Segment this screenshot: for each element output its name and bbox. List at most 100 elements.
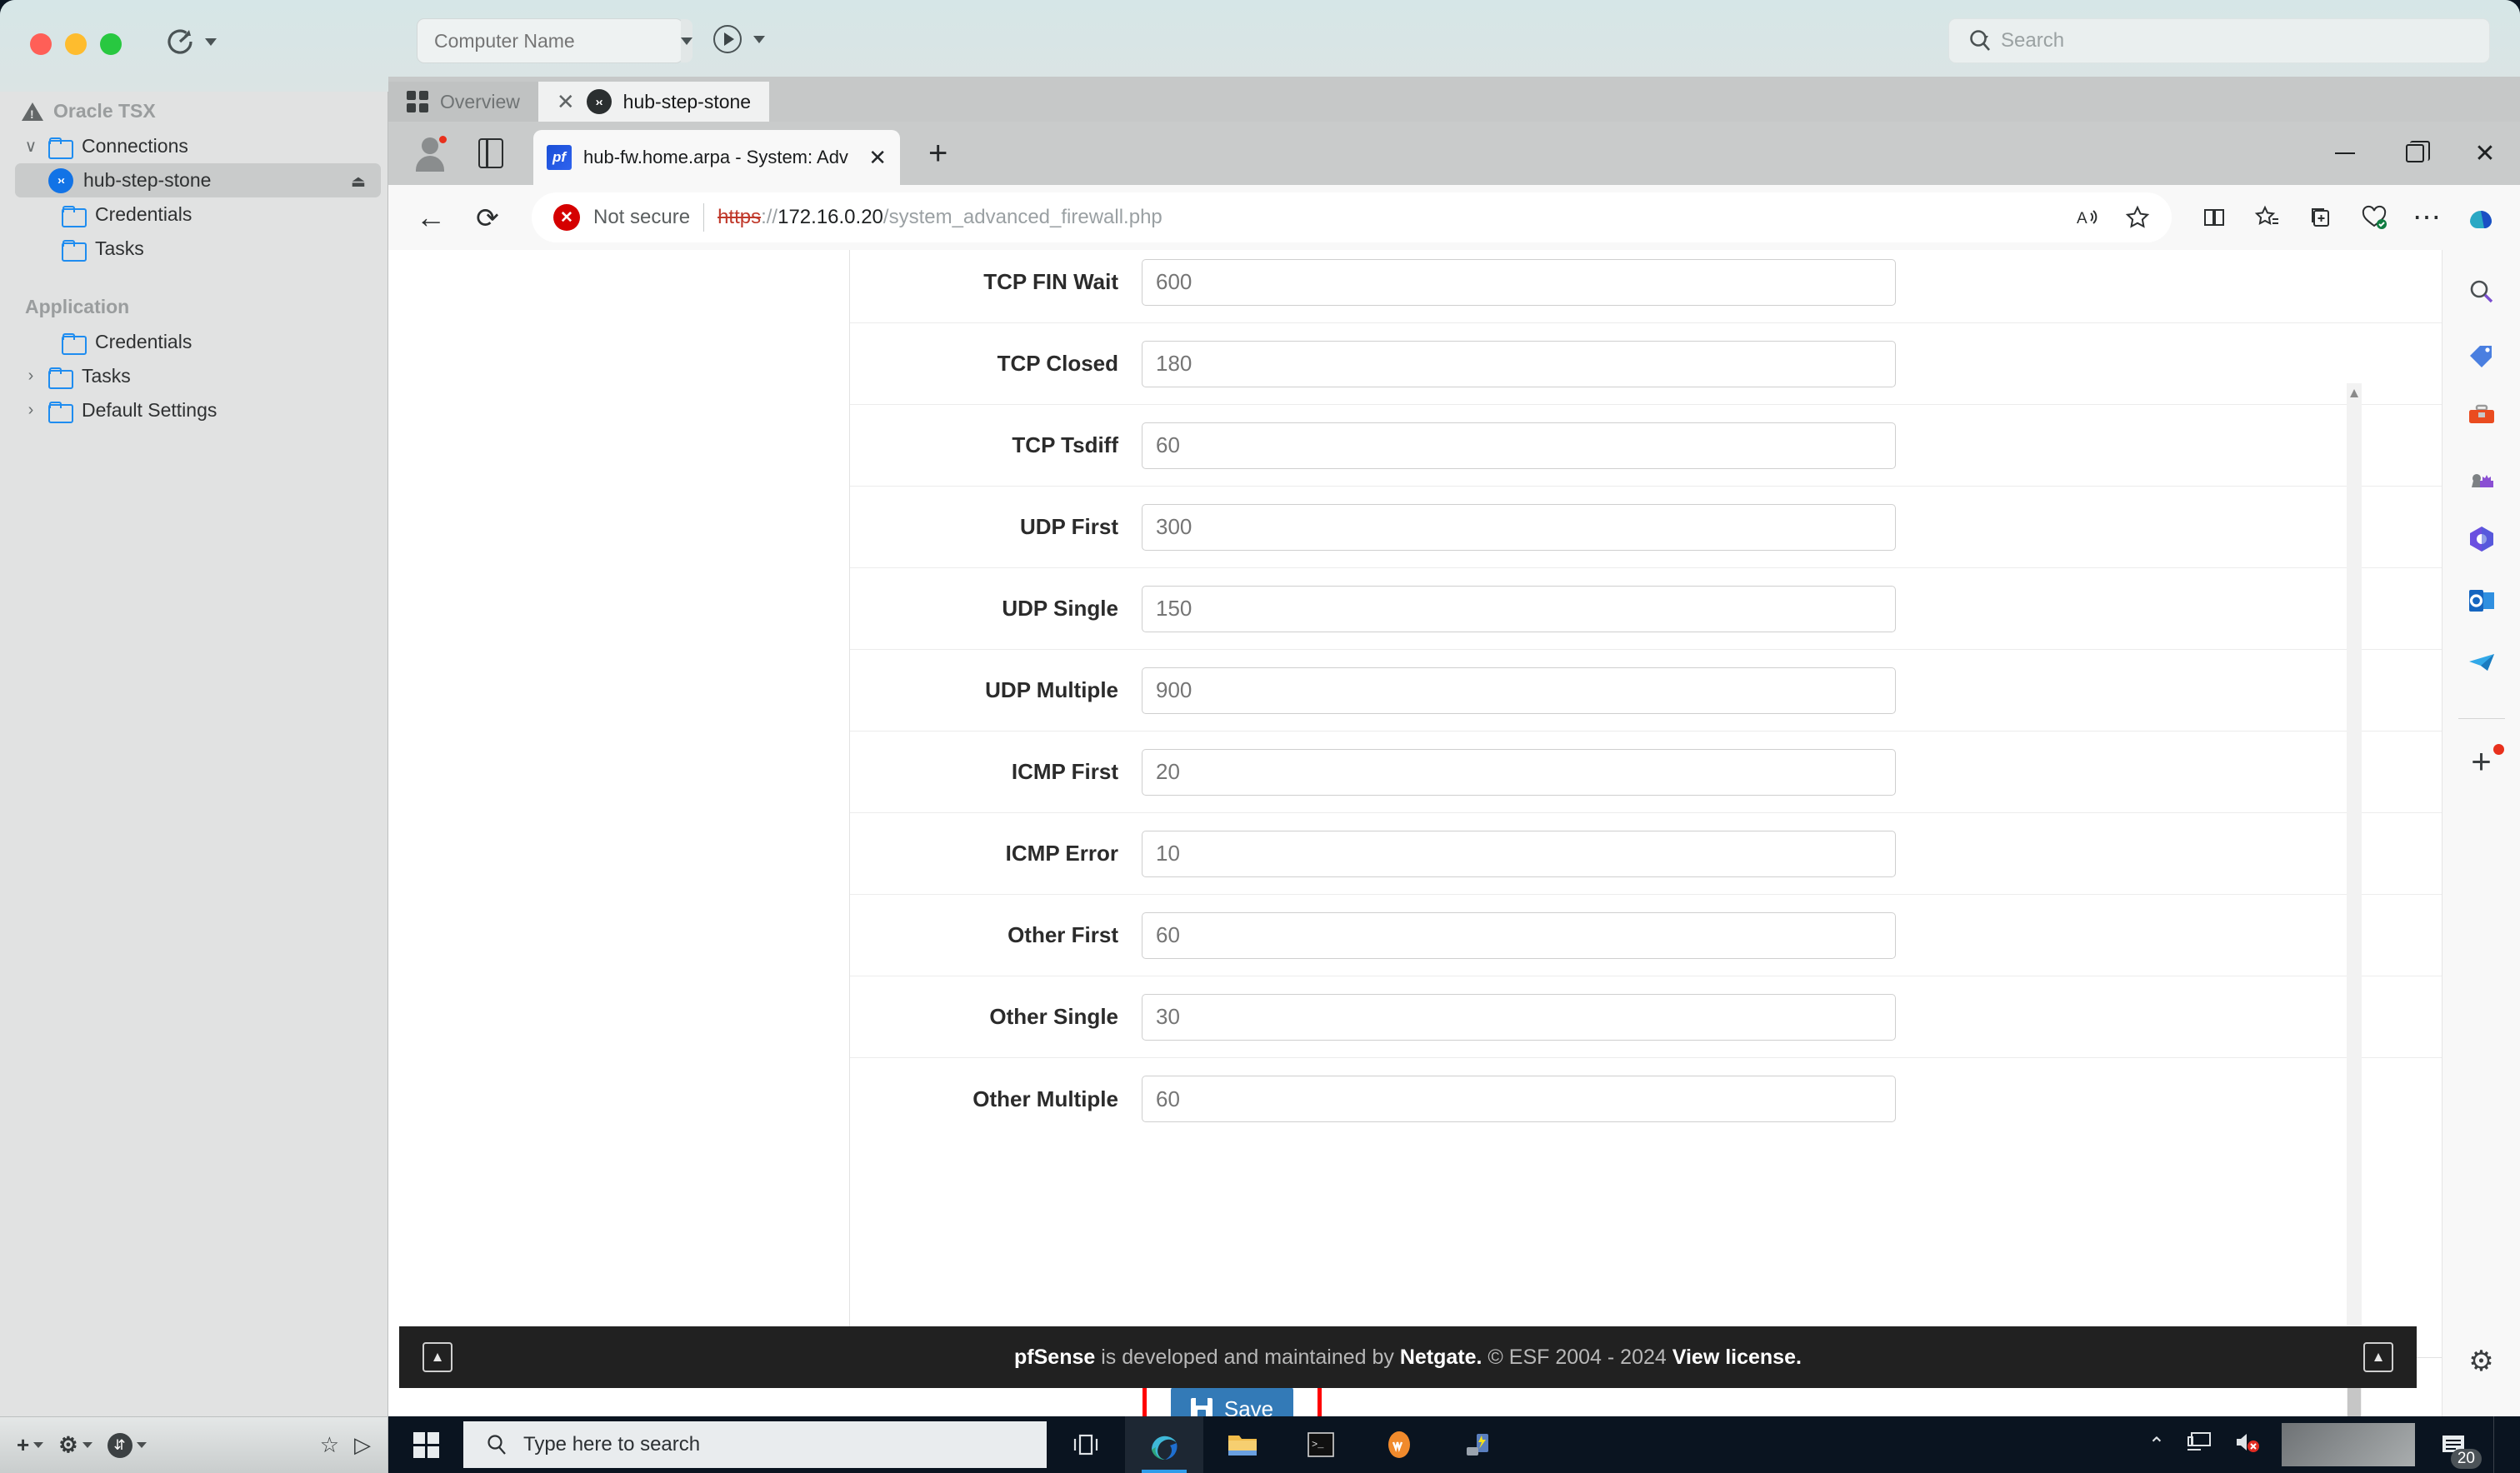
icmp-first-input[interactable] [1142, 748, 1896, 796]
sidebar-item-hub-step-stone[interactable]: ›‹ hub-step-stone ⏏ [15, 163, 381, 197]
shopping-tag-icon[interactable] [2462, 335, 2501, 373]
udp-first-input[interactable] [1142, 503, 1896, 551]
taskbar-search-box[interactable]: Type here to search [463, 1421, 1047, 1468]
tray-overflow-icon[interactable]: ⌃ [2148, 1433, 2165, 1457]
read-aloud-icon[interactable]: A [2065, 195, 2110, 240]
sidebar-item-default-settings[interactable]: › Default Settings [0, 393, 388, 427]
tcp-tsdiff-input[interactable] [1142, 422, 1896, 469]
page-scrollbar-thumb[interactable] [2348, 1383, 2361, 1416]
folder-icon [48, 367, 73, 389]
close-icon[interactable]: ✕ [557, 89, 575, 115]
app-orange-icon[interactable] [1360, 1416, 1438, 1473]
profile-avatar[interactable] [412, 134, 450, 172]
more-options-icon[interactable]: ⋯ [2405, 195, 2450, 240]
refresh-circle-icon[interactable] [163, 25, 197, 58]
footer-license-link[interactable]: View license. [1672, 1346, 1802, 1369]
computer-name-input[interactable] [418, 29, 681, 52]
chevron-right-icon[interactable]: › [23, 401, 38, 420]
volume-muted-icon[interactable] [2233, 1431, 2262, 1460]
split-screen-icon[interactable] [2192, 195, 2237, 240]
icmp-error-input[interactable] [1142, 830, 1896, 877]
address-bar[interactable]: ✕ Not secure https://172.16.0.20/system_… [532, 192, 2172, 242]
chevron-down-icon[interactable] [753, 35, 765, 43]
favorite-star-icon[interactable] [2115, 195, 2160, 240]
network-icon[interactable] [2185, 1431, 2213, 1460]
udp-multiple-input[interactable] [1142, 667, 1896, 714]
start-icon[interactable] [388, 1416, 463, 1473]
settings-gear-button[interactable]: ⚙ [58, 1432, 92, 1458]
games-chess-icon[interactable] [2462, 458, 2501, 497]
footer-scroll-top-right-button[interactable]: ▲ [2363, 1342, 2393, 1372]
sidebar-item-connections[interactable]: ∨ Connections [0, 129, 388, 163]
sidebar-item-tasks-app[interactable]: › Tasks [0, 359, 388, 393]
udp-single-input[interactable] [1142, 585, 1896, 632]
collections-icon[interactable] [2298, 195, 2343, 240]
run-control[interactable] [713, 25, 765, 53]
not-secure-icon[interactable]: ✕ [553, 204, 580, 231]
computer-name-combo[interactable] [417, 18, 692, 63]
terminal-icon[interactable]: >_ [1282, 1416, 1360, 1473]
minimize-button[interactable] [2310, 122, 2380, 185]
play-circle-icon[interactable] [713, 25, 742, 53]
outlook-icon[interactable] [2462, 582, 2501, 620]
favorites-list-icon[interactable] [2245, 195, 2290, 240]
royal-tsx-window: Search Oracle TSX ∨ Connections ›‹ hub-s… [0, 0, 2520, 1473]
remote-app-icon[interactable] [1438, 1416, 1517, 1473]
copilot-icon[interactable] [2458, 195, 2503, 240]
search-box[interactable]: Search [1948, 18, 2490, 63]
chevron-down-icon[interactable]: ∨ [23, 136, 38, 157]
task-view-icon[interactable] [1047, 1416, 1125, 1473]
window-close-button[interactable] [30, 33, 52, 55]
browser-tab[interactable]: pf hub-fw.home.arpa - System: Adv ✕ [533, 130, 900, 185]
play-button[interactable]: ▷ [354, 1432, 371, 1458]
refresh-control[interactable] [163, 25, 217, 58]
tab-overview[interactable]: Overview [388, 82, 538, 122]
page-scrollbar-track[interactable] [2347, 383, 2362, 1416]
restore-button[interactable] [2380, 122, 2450, 185]
add-item-button[interactable]: + [17, 1432, 44, 1458]
new-tab-button[interactable]: + [928, 135, 948, 172]
tools-toolbox-icon[interactable] [2462, 397, 2501, 435]
show-desktop-button[interactable] [2493, 1416, 2505, 1473]
scroll-up-arrow[interactable]: ▲ [2347, 385, 2362, 402]
sidebar-item-credentials-app[interactable]: Credentials [0, 325, 388, 359]
sidebar-item-credentials-oracle[interactable]: Credentials [0, 197, 388, 232]
window-minimize-button[interactable] [65, 33, 87, 55]
window-maximize-button[interactable] [100, 33, 122, 55]
edge-icon[interactable] [1125, 1416, 1203, 1473]
close-button[interactable]: ✕ [2450, 122, 2520, 185]
other-first-input[interactable] [1142, 911, 1896, 959]
field-label: TCP FIN Wait [983, 269, 1118, 294]
file-explorer-icon[interactable] [1203, 1416, 1282, 1473]
folder-icon [62, 205, 87, 227]
gear-icon[interactable]: ⚙ [2468, 1345, 2493, 1378]
notification-center-button[interactable]: 20 [2435, 1426, 2482, 1469]
chevron-down-icon[interactable] [205, 37, 217, 46]
tcp-fin-wait-input[interactable] [1142, 258, 1896, 306]
tcp-closed-input[interactable] [1142, 340, 1896, 387]
close-icon[interactable]: ✕ [868, 145, 887, 171]
search-icon[interactable] [2462, 273, 2501, 312]
favorite-star-button[interactable]: ☆ [320, 1432, 339, 1458]
tab-actions-icon[interactable] [478, 137, 503, 168]
url-host: 172.16.0.20 [778, 206, 883, 228]
window-preview-thumbnail[interactable] [2282, 1423, 2415, 1466]
network-sync-button[interactable]: ⇵ [107, 1432, 147, 1458]
tab-hub-step-stone[interactable]: ✕ ›‹ hub-step-stone [538, 82, 770, 122]
browser-essentials-icon[interactable] [2352, 195, 2397, 240]
search-icon [488, 1435, 506, 1455]
back-button[interactable]: ← [408, 195, 453, 240]
other-single-input[interactable] [1142, 993, 1896, 1041]
connections-sidebar: Oracle TSX ∨ Connections ›‹ hub-step-sto… [0, 92, 388, 1416]
reload-button[interactable]: ⟳ [465, 195, 510, 240]
footer-scroll-top-left-button[interactable]: ▲ [422, 1342, 452, 1372]
save-button[interactable]: Save [1170, 1386, 1294, 1416]
chevron-right-icon[interactable]: › [23, 367, 38, 386]
other-multiple-input[interactable] [1142, 1076, 1896, 1122]
telegram-icon[interactable] [2462, 643, 2501, 682]
sidebar-item-tasks-oracle[interactable]: Tasks [0, 232, 388, 266]
microsoft365-icon[interactable] [2462, 520, 2501, 558]
computer-name-dropdown-button[interactable] [681, 19, 692, 62]
add-sidebar-app-button[interactable]: + [2462, 741, 2504, 781]
eject-icon[interactable]: ⏏ [351, 172, 366, 192]
